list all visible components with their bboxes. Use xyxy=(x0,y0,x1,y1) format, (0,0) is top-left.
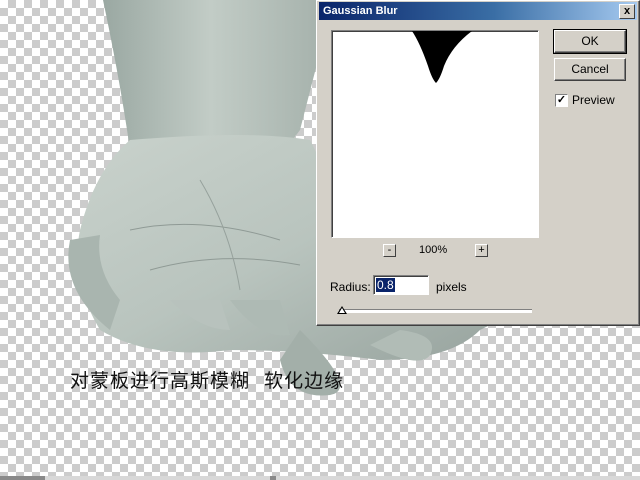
gaussian-blur-dialog: Gaussian Blur x OK Cancel ✓ Preview - 10… xyxy=(316,0,640,326)
radius-slider[interactable] xyxy=(339,309,532,313)
radius-input[interactable]: 0.8 xyxy=(373,275,429,295)
zoom-out-button[interactable]: - xyxy=(383,244,396,257)
preview-label: Preview xyxy=(572,93,615,107)
dialog-titlebar[interactable]: Gaussian Blur x xyxy=(319,2,637,20)
ok-button[interactable]: OK xyxy=(553,29,627,54)
preview-toggle[interactable]: ✓ Preview xyxy=(555,93,615,107)
cancel-button[interactable]: Cancel xyxy=(554,58,626,81)
zoom-level: 100% xyxy=(419,244,448,256)
radius-units: pixels xyxy=(436,280,467,294)
close-button[interactable]: x xyxy=(619,4,635,19)
preview-checkbox[interactable]: ✓ xyxy=(555,93,568,107)
radius-value: 0.8 xyxy=(376,278,395,292)
preview-area[interactable] xyxy=(331,30,539,238)
preview-image xyxy=(412,31,472,83)
zoom-in-button[interactable]: + xyxy=(475,244,488,257)
radius-label: Radius: xyxy=(330,280,371,294)
radius-slider-thumb[interactable] xyxy=(337,306,347,314)
dialog-title: Gaussian Blur xyxy=(323,5,398,17)
canvas-caption: 对蒙板进行高斯模糊 软化边缘 xyxy=(70,370,345,392)
canvas-bottom-strip xyxy=(0,476,640,480)
strip-segment xyxy=(270,476,276,480)
strip-segment xyxy=(0,476,45,480)
